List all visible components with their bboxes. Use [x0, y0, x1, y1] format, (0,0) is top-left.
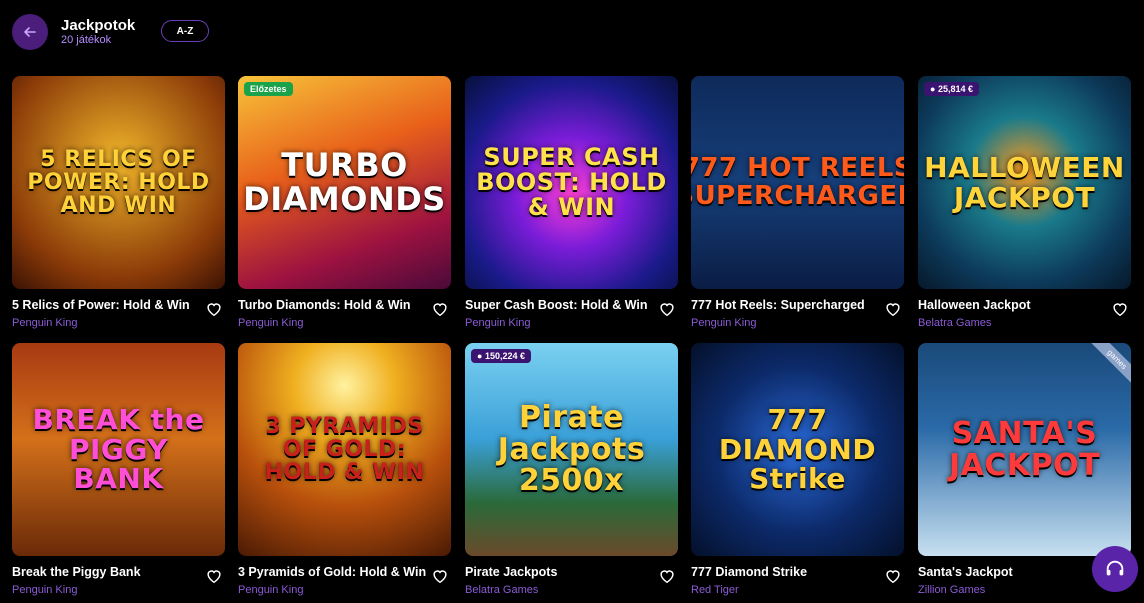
game-card[interactable]: TURBO DIAMONDS Előzetes Turbo Diamonds: … [238, 76, 451, 336]
game-card[interactable]: 5 RELICS OF POWER: HOLD AND WIN 5 Relics… [12, 76, 225, 336]
page-header: Jackpotok 20 játékok A-Z [0, 0, 1144, 64]
heart-icon[interactable] [205, 300, 223, 318]
heart-icon[interactable] [431, 567, 449, 585]
arrow-left-icon [24, 27, 36, 37]
game-thumbnail[interactable]: SUPER CASH BOOST: HOLD & WIN [465, 76, 678, 289]
game-provider[interactable]: Penguin King [238, 584, 303, 596]
game-provider[interactable]: Penguin King [465, 317, 530, 329]
game-thumbnail[interactable]: Pirate Jackpots 2500x ● 150,224 € [465, 343, 678, 556]
sort-az-button[interactable]: A-Z [161, 20, 209, 42]
game-provider[interactable]: Penguin King [12, 584, 77, 596]
game-provider[interactable]: Belatra Games [918, 317, 991, 329]
game-thumbnail[interactable]: 777 DIAMOND Strike [691, 343, 904, 556]
coin-icon: ● [930, 84, 938, 94]
headset-icon [1106, 560, 1124, 576]
game-thumbnail[interactable]: TURBO DIAMONDS Előzetes [238, 76, 451, 289]
game-card[interactable]: HALLOWEEN JACKPOT ● 25,814 € Halloween J… [918, 76, 1131, 336]
provider-ribbon: games [1089, 343, 1131, 387]
thumbnail-title: SANTA'S JACKPOT [948, 416, 1101, 483]
game-thumbnail[interactable]: SANTA'S JACKPOT games [918, 343, 1131, 556]
game-card[interactable]: BREAK the PIGGY BANK Break the Piggy Ban… [12, 343, 225, 603]
thumbnail-title: 3 PYRAMIDS OF GOLD: HOLD & WIN [264, 413, 425, 486]
game-name[interactable]: 5 Relics of Power: Hold & Win [12, 298, 190, 312]
game-thumbnail[interactable]: 5 RELICS OF POWER: HOLD AND WIN [12, 76, 225, 289]
game-name[interactable]: Pirate Jackpots [465, 565, 557, 579]
game-provider[interactable]: Red Tiger [691, 584, 739, 596]
game-thumbnail[interactable]: 3 PYRAMIDS OF GOLD: HOLD & WIN [238, 343, 451, 556]
game-card[interactable]: SUPER CASH BOOST: HOLD & WIN Super Cash … [465, 76, 678, 336]
coin-icon: ● [477, 351, 485, 361]
support-button[interactable] [1092, 546, 1138, 592]
game-card[interactable]: Pirate Jackpots 2500x ● 150,224 € Pirate… [465, 343, 678, 603]
jackpot-badge: ● 150,224 € [471, 349, 531, 363]
thumbnail-title: 777 DIAMOND Strike [718, 403, 877, 496]
game-card[interactable]: 777 DIAMOND Strike 777 Diamond Strike Re… [691, 343, 904, 603]
page-title: Jackpotok [61, 17, 136, 34]
game-thumbnail[interactable]: 777 HOT REELS SUPERCHARGED [691, 76, 904, 289]
game-name[interactable]: Turbo Diamonds: Hold & Win [238, 298, 411, 312]
jackpot-badge: ● 25,814 € [924, 82, 979, 96]
thumbnail-title: 5 RELICS OF POWER: HOLD AND WIN [27, 146, 210, 219]
heart-icon[interactable] [658, 567, 676, 585]
heart-icon[interactable] [658, 300, 676, 318]
game-name[interactable]: Break the Piggy Bank [12, 565, 141, 579]
thumbnail-title: 777 HOT REELS SUPERCHARGED [691, 153, 904, 211]
preview-badge: Előzetes [244, 82, 293, 96]
heart-icon[interactable] [431, 300, 449, 318]
game-provider[interactable]: Penguin King [12, 317, 77, 329]
game-name[interactable]: Halloween Jackpot [918, 298, 1031, 312]
game-thumbnail[interactable]: HALLOWEEN JACKPOT ● 25,814 € [918, 76, 1131, 289]
game-provider[interactable]: Penguin King [238, 317, 303, 329]
game-provider[interactable]: Belatra Games [465, 584, 538, 596]
game-name[interactable]: Super Cash Boost: Hold & Win [465, 298, 648, 312]
thumbnail-title: HALLOWEEN JACKPOT [924, 151, 1125, 214]
back-button[interactable] [12, 14, 48, 50]
game-name[interactable]: 777 Hot Reels: Supercharged [691, 298, 865, 312]
thumbnail-title: TURBO DIAMONDS [243, 145, 446, 218]
heart-icon[interactable] [205, 567, 223, 585]
game-thumbnail[interactable]: BREAK the PIGGY BANK [12, 343, 225, 556]
heart-icon[interactable] [884, 300, 902, 318]
game-card[interactable]: 3 PYRAMIDS OF GOLD: HOLD & WIN 3 Pyramid… [238, 343, 451, 603]
heart-icon[interactable] [884, 567, 902, 585]
game-provider[interactable]: Zillion Games [918, 584, 985, 596]
jackpot-amount: 25,814 € [937, 84, 973, 94]
game-name[interactable]: Santa's Jackpot [918, 565, 1013, 579]
game-count: 20 játékok [61, 34, 112, 46]
game-card[interactable]: 777 HOT REELS SUPERCHARGED 777 Hot Reels… [691, 76, 904, 336]
thumbnail-title: SUPER CASH BOOST: HOLD & WIN [476, 142, 667, 222]
thumbnail-title: Pirate Jackpots 2500x [497, 400, 646, 499]
jackpot-amount: 150,224 € [484, 351, 525, 361]
thumbnail-title: BREAK the PIGGY BANK [32, 403, 205, 496]
game-name[interactable]: 777 Diamond Strike [691, 565, 807, 579]
game-name[interactable]: 3 Pyramids of Gold: Hold & Win [238, 565, 426, 579]
heart-icon[interactable] [1111, 300, 1129, 318]
game-provider[interactable]: Penguin King [691, 317, 756, 329]
